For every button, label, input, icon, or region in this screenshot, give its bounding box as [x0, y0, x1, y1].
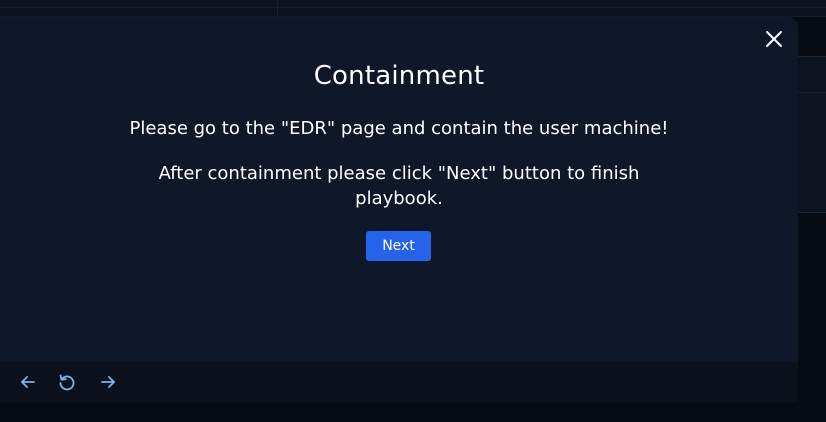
refresh-icon	[59, 374, 75, 391]
arrow-right-icon	[101, 376, 115, 388]
close-button[interactable]	[762, 27, 786, 51]
playbook-navigation-bar	[0, 362, 798, 402]
screen: Containment Please go to the "EDR" page …	[0, 0, 826, 422]
close-icon	[766, 31, 782, 47]
background-panel	[798, 56, 826, 213]
forward-button[interactable]	[97, 371, 119, 393]
restart-button[interactable]	[56, 371, 78, 393]
next-button[interactable]: Next	[366, 231, 431, 261]
background-table-header	[0, 0, 826, 17]
back-button[interactable]	[17, 371, 39, 393]
modal-followup-instruction: After containment please click "Next" bu…	[158, 163, 640, 209]
containment-modal: Containment Please go to the "EDR" page …	[0, 17, 798, 362]
background-divider	[0, 7, 826, 8]
background-column-divider	[277, 0, 278, 16]
arrow-left-icon	[21, 376, 35, 388]
background-divider	[798, 92, 826, 93]
modal-instruction: Please go to the "EDR" page and contain …	[129, 118, 669, 139]
modal-title: Containment	[313, 61, 485, 91]
